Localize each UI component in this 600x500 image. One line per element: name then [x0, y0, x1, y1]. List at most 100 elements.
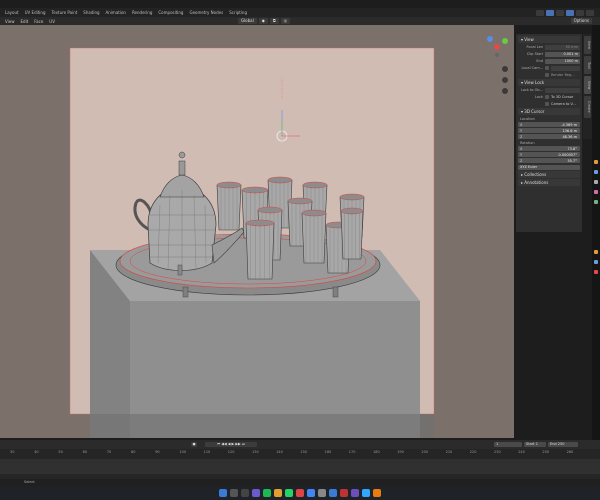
browser-icon[interactable] — [296, 489, 304, 497]
properties-scene-icon[interactable] — [594, 200, 598, 204]
local-camera-row: Local Cam... — [518, 65, 580, 71]
menu-uv[interactable]: UV — [46, 19, 58, 24]
annotations-header[interactable]: ▸ Annotations — [518, 179, 580, 186]
cursor-rotation-y[interactable]: Y 0.000057° — [518, 152, 580, 157]
sidebar-panel: ▾ View Focal Len 50 mm Clip Start 0.001 … — [515, 34, 582, 232]
playback-controls[interactable]: ⏮ ◀◀ ◀ ▶ ▶▶ ⏭ — [205, 442, 257, 447]
shading-rendered-button[interactable] — [586, 9, 594, 16]
whatsapp-icon[interactable] — [285, 489, 293, 497]
telegram-icon[interactable] — [329, 489, 337, 497]
workspace-tab-texture-paint[interactable]: Texture Paint — [48, 10, 80, 15]
local-camera-field[interactable] — [551, 65, 580, 71]
viewport-gizmo-toggle[interactable] — [536, 9, 544, 16]
cursor-location-z[interactable]: Z 48.36 m — [518, 134, 580, 139]
camera-view-icon — [502, 88, 508, 94]
rotation-mode-dropdown[interactable]: XYZ Euler — [518, 164, 580, 170]
properties-object-icon[interactable] — [594, 250, 598, 254]
tea-glass — [301, 209, 327, 264]
search-icon[interactable] — [230, 489, 238, 497]
app-icon[interactable] — [318, 489, 326, 497]
cursor-rotation-x[interactable]: X 73.8° — [518, 146, 580, 151]
workspace-tab-scripting[interactable]: Scripting — [226, 10, 250, 15]
viewport-scene — [69, 36, 508, 438]
transform-orientation-dropdown[interactable]: Global — [237, 18, 257, 24]
timeline-tick: 230 — [494, 450, 501, 454]
record-button[interactable]: ● — [191, 442, 197, 447]
properties-view-layer-icon[interactable] — [594, 190, 598, 194]
view-lock-header[interactable]: ▾ View Lock — [518, 79, 580, 86]
end-frame-field[interactable]: End 250 — [548, 442, 578, 447]
music-icon[interactable] — [340, 489, 348, 497]
chat-icon[interactable] — [252, 489, 260, 497]
3d-cursor-header[interactable]: ▾ 3D Cursor — [518, 108, 580, 115]
lock-to-3d-cursor-checkbox[interactable] — [545, 95, 549, 99]
tab-tool[interactable]: Tool — [584, 56, 591, 74]
properties-output-icon[interactable] — [594, 180, 598, 184]
timeline-tick: 160 — [324, 450, 332, 454]
timeline-tick: 80 — [131, 450, 136, 454]
tab-item[interactable]: Item — [584, 36, 591, 54]
viewport-header: View Edit Face UV Global ◆ ⧉ ◎ Options — [0, 17, 600, 25]
timeline-area[interactable] — [0, 459, 600, 474]
options-dropdown[interactable]: Options — [570, 18, 592, 24]
workspace-tab-rendering[interactable]: Rendering — [129, 10, 155, 15]
task-view-icon[interactable] — [241, 489, 249, 497]
xray-toggle[interactable] — [556, 9, 564, 16]
menu-edit[interactable]: Edit — [18, 19, 32, 24]
chrome-icon[interactable] — [307, 489, 315, 497]
lock-object-field[interactable] — [545, 87, 580, 93]
pan-icon — [502, 77, 508, 83]
properties-modifier-icon[interactable] — [594, 260, 598, 264]
menu-face[interactable]: Face — [31, 19, 46, 24]
tab-create[interactable]: Create — [584, 96, 591, 118]
lock-object-row: Lock to Ob... — [518, 87, 580, 93]
pivot-icon[interactable]: ◆ — [258, 18, 268, 24]
current-frame-field[interactable]: 1 — [494, 442, 522, 447]
workspace-tab-compositing[interactable]: Compositing — [155, 10, 186, 15]
files-icon[interactable] — [274, 489, 282, 497]
timeline-tick: 190 — [397, 450, 404, 454]
timeline-tick: 180 — [373, 450, 380, 454]
clip-end-field[interactable]: 1000 m — [545, 58, 580, 64]
properties-render-icon[interactable] — [594, 170, 598, 174]
local-camera-checkbox[interactable] — [545, 66, 549, 70]
tab-view[interactable]: View — [584, 76, 591, 94]
timeline-tick: 120 — [227, 450, 235, 454]
focal-length-field[interactable]: 50 mm — [545, 44, 580, 50]
cursor-location-x[interactable]: X -4.369 m — [518, 122, 580, 127]
menu-view[interactable]: View — [2, 19, 18, 24]
workspace-tab-animation[interactable]: Animation — [103, 10, 129, 15]
timeline-tick: 70 — [106, 450, 112, 454]
workspace-tab-layout[interactable]: Layout — [2, 10, 22, 15]
spotify-icon[interactable] — [263, 489, 271, 497]
blender-icon[interactable] — [373, 489, 381, 497]
shading-solid-button[interactable] — [566, 9, 574, 16]
os-taskbar — [0, 486, 600, 500]
render-region-checkbox[interactable] — [545, 73, 549, 77]
photoshop-icon[interactable] — [362, 489, 370, 497]
start-frame-field[interactable]: Start 1 — [524, 442, 546, 447]
workspace-tab-geometry-nodes[interactable]: Geometry Nodes — [186, 10, 226, 15]
teapot-knob-top — [178, 151, 186, 159]
proportional-icon[interactable]: ◎ — [280, 18, 291, 24]
properties-material-icon[interactable] — [594, 270, 598, 274]
overlay-toggle[interactable] — [546, 9, 554, 16]
timeline-tick: 60 — [82, 450, 88, 454]
timeline-ruler[interactable]: 30 40 50 60 70 80 90 100 110 120 130 140 150 160 170 18… — [0, 449, 600, 459]
discord-icon[interactable] — [351, 489, 359, 497]
start-icon[interactable] — [219, 489, 227, 497]
camera-to-view-row: Camera to V... — [518, 101, 580, 107]
clip-start-field[interactable]: 0.001 m — [545, 51, 580, 57]
cursor-location-y[interactable]: Y 136.6 m — [518, 128, 580, 133]
camera-to-view-checkbox[interactable] — [545, 102, 549, 106]
properties-tool-icon[interactable] — [594, 160, 598, 164]
workspace-tab-shading[interactable]: Shading — [80, 10, 102, 15]
workspace-tab-uv-editing[interactable]: UV Editing — [22, 10, 49, 15]
snap-icon[interactable]: ⧉ — [269, 18, 279, 24]
focal-length-row: Focal Len 50 mm — [526, 44, 580, 50]
cursor-rotation-z[interactable]: Z 55.7° — [518, 158, 580, 163]
3d-viewport[interactable] — [0, 25, 514, 438]
collections-header[interactable]: ▸ Collections — [518, 171, 580, 178]
view-panel-header[interactable]: ▾ View — [518, 36, 580, 43]
shading-material-button[interactable] — [576, 9, 584, 16]
